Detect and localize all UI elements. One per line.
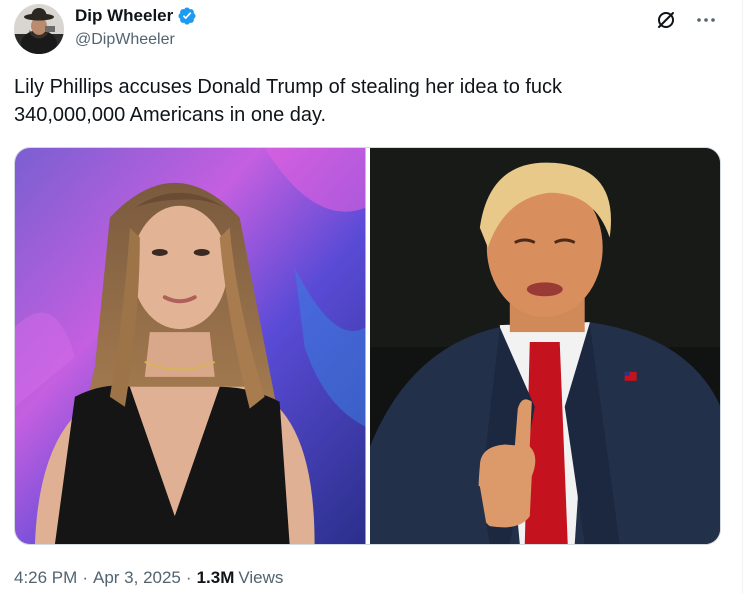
tweet-card: Dip Wheeler @DipWheeler Lily Phillips ac…: [0, 0, 743, 594]
tweet-time[interactable]: 4:26 PM: [14, 567, 77, 589]
author-display-name[interactable]: Dip Wheeler: [75, 6, 173, 26]
views-count: 1.3M: [196, 568, 235, 587]
tweet-text: Lily Phillips accuses Donald Trump of st…: [14, 76, 563, 126]
tweet-actions: [655, 9, 717, 31]
verified-badge-icon: [178, 7, 196, 25]
avatar-image: [14, 4, 64, 54]
media-grid: [14, 147, 721, 545]
tweet-meta: 4:26 PM · Apr 3, 2025 · 1.3M Views: [14, 567, 283, 589]
more-icon[interactable]: [695, 9, 717, 31]
photo-woman-portrait[interactable]: [15, 148, 366, 544]
tweet-date[interactable]: Apr 3, 2025: [93, 567, 181, 589]
grok-icon[interactable]: [655, 9, 677, 31]
views-label: Views: [238, 568, 284, 587]
photo-man-thumbs-up[interactable]: [369, 148, 720, 544]
meta-separator: ·: [82, 568, 88, 587]
avatar[interactable]: [14, 4, 64, 54]
meta-separator: ·: [185, 568, 192, 587]
author-handle[interactable]: @DipWheeler: [75, 30, 175, 50]
author-name-row[interactable]: Dip Wheeler: [75, 6, 197, 26]
